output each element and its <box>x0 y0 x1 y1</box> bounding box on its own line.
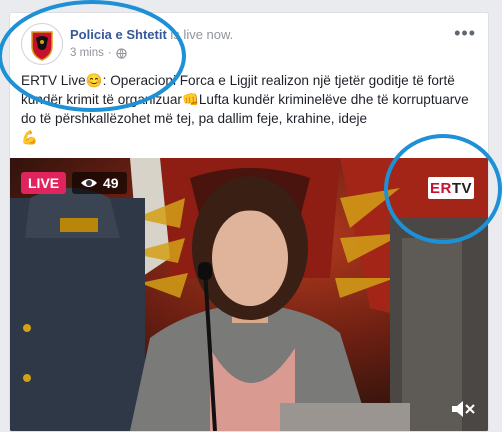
more-options-icon[interactable]: ••• <box>454 23 476 44</box>
video-frame <box>10 158 488 431</box>
channel-logo-er: ER <box>429 179 452 197</box>
eye-icon <box>81 179 97 187</box>
post-text-part1: ERTV Live <box>21 73 86 88</box>
police-emblem-icon <box>23 25 61 63</box>
muscle-emoji-icon: 💪 <box>21 130 38 145</box>
live-badge: LIVE <box>21 172 67 194</box>
channel-logo-tv: TV <box>451 179 472 197</box>
meta-separator: · <box>107 47 112 59</box>
page-name-link[interactable]: Policia e Shtetit <box>70 27 167 42</box>
page-avatar[interactable] <box>21 23 63 65</box>
viewer-count-badge: 49 <box>72 172 127 194</box>
post-header: Policia e Shtetit is live now. <box>70 27 233 42</box>
globe-icon[interactable] <box>116 47 127 59</box>
mute-icon[interactable] <box>450 398 476 420</box>
facebook-post-card: Policia e Shtetit is live now. 3 mins · … <box>9 12 489 432</box>
viewer-count: 49 <box>103 175 119 191</box>
channel-logo: ER TV <box>428 177 474 199</box>
post-meta: 3 mins · <box>70 47 127 59</box>
post-text: ERTV Live😊: Operacioni Forca e Ligjit re… <box>21 71 479 147</box>
smile-emoji-icon: 😊 <box>85 73 103 88</box>
live-video-player[interactable]: LIVE 49 ER TV <box>10 158 488 431</box>
post-timestamp[interactable]: 3 mins <box>70 47 104 59</box>
fist-emoji-icon: 👊 <box>181 92 199 107</box>
live-status-text: is live now. <box>166 27 234 42</box>
